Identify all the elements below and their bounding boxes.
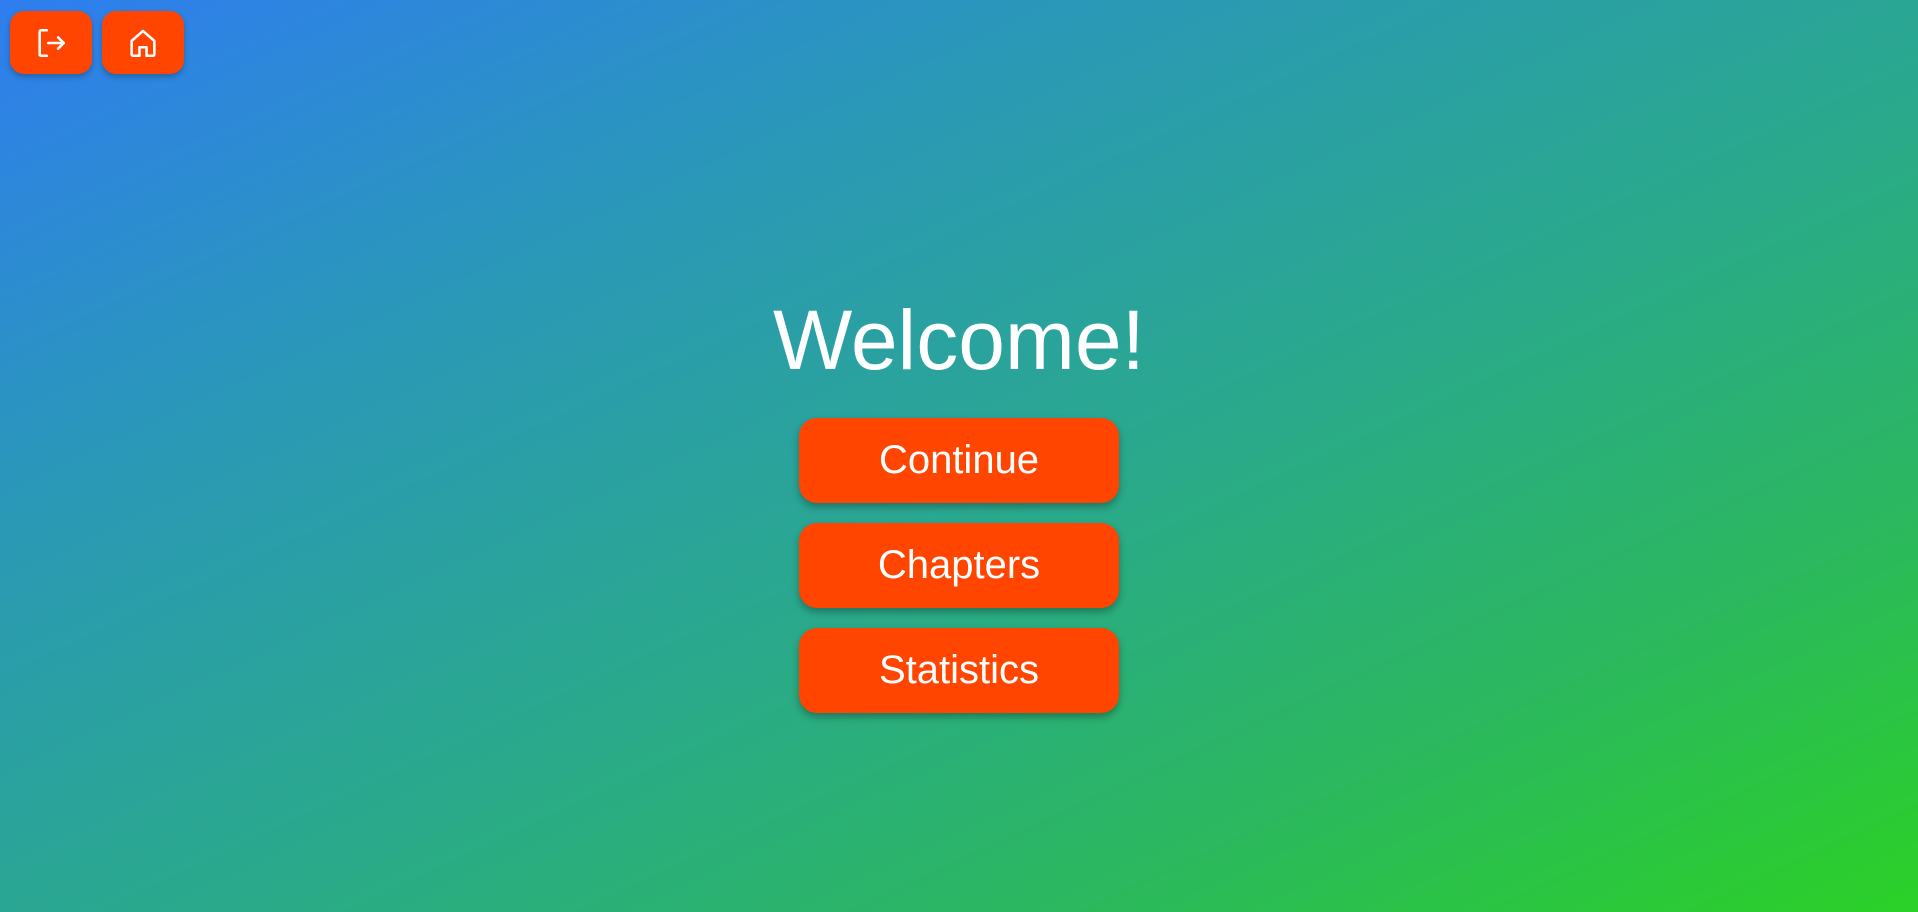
chapters-button[interactable]: Chapters — [799, 523, 1119, 608]
logout-icon — [38, 28, 66, 57]
home-icon — [130, 29, 156, 57]
main-menu: Welcome! Continue Chapters Statistics — [0, 292, 1918, 733]
logout-button[interactable] — [10, 11, 92, 74]
top-toolbar — [10, 11, 184, 74]
continue-button[interactable]: Continue — [799, 418, 1119, 503]
home-button[interactable] — [102, 11, 184, 74]
welcome-title: Welcome! — [773, 293, 1145, 387]
statistics-button[interactable]: Statistics — [799, 628, 1119, 713]
